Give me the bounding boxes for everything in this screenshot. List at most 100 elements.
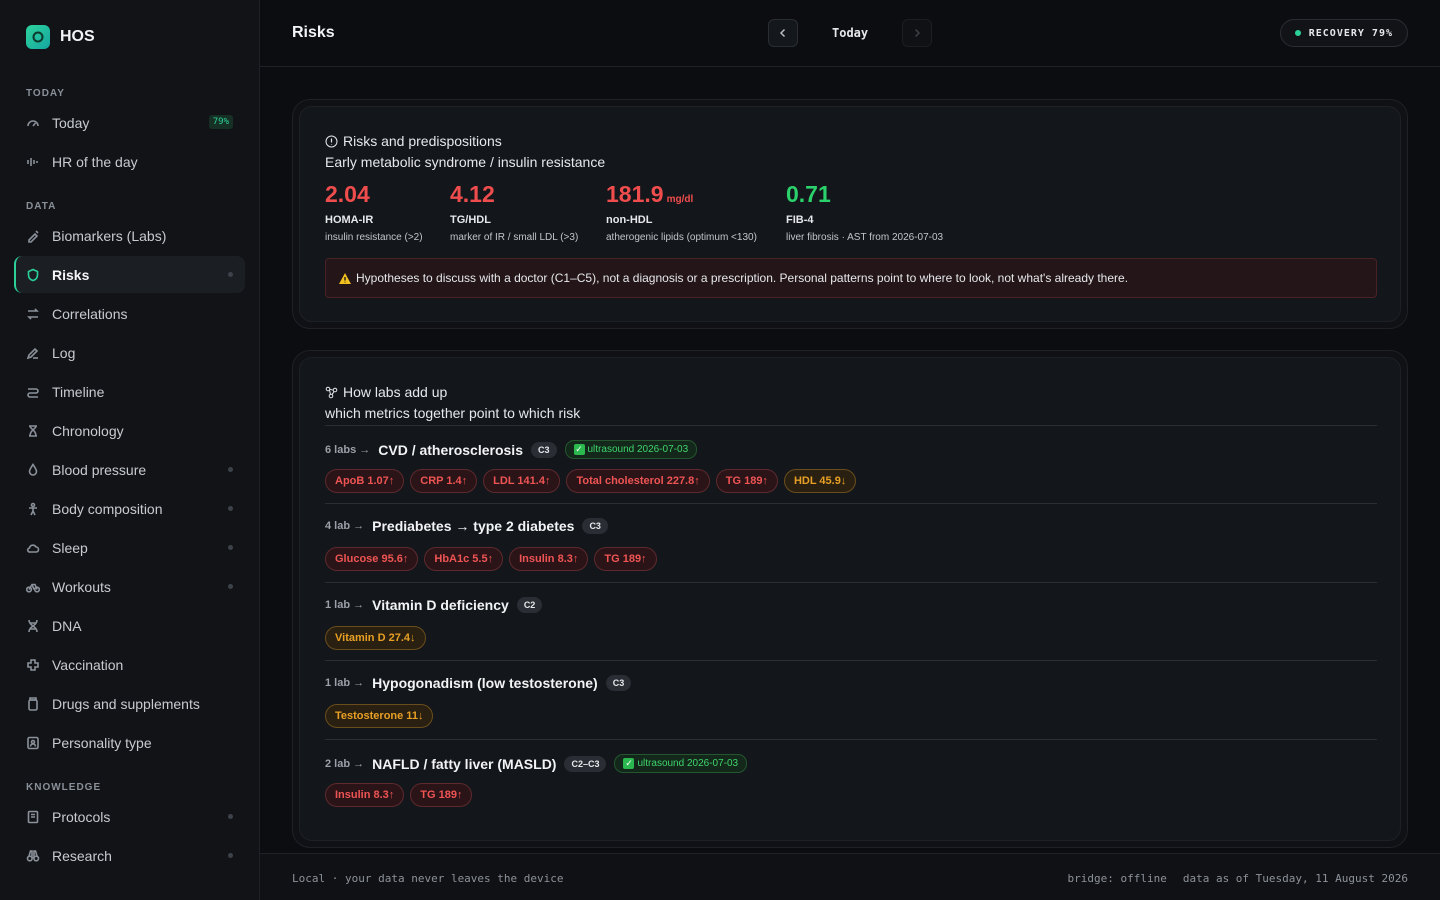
chevron-left-icon: [779, 28, 786, 38]
check-icon: ✓: [573, 444, 585, 455]
lab-chip[interactable]: Testosterone 11↓: [325, 704, 434, 728]
risk-group-nafld[interactable]: 2 lab → NAFLD / fatty liver (MASLD) C2–C…: [325, 739, 1377, 819]
lab-chip[interactable]: Insulin 8.3↑: [325, 783, 405, 807]
sidebar-item-research[interactable]: Research: [14, 837, 245, 874]
sidebar-item-drugs-and-supplements[interactable]: Drugs and supplements: [14, 685, 245, 722]
risk-group-vitamin-d[interactable]: 1 lab → Vitamin D deficiency C2 Vitamin …: [325, 582, 1377, 660]
ultrasound-label: ultrasound 2026-07-03: [587, 444, 689, 455]
privacy-note: Local · your data never leaves the devic…: [292, 872, 564, 885]
lab-chip[interactable]: LDL 141.4↑: [483, 469, 561, 493]
risk-group-cvd[interactable]: 6 labs → CVD / atherosclerosis C3 ✓ ultra…: [325, 425, 1377, 503]
info-icon: [325, 135, 338, 147]
status-dot: [228, 545, 233, 550]
body-icon: [26, 502, 40, 516]
sidebar-item-vaccination[interactable]: Vaccination: [14, 646, 245, 683]
card-title-text: How labs add up: [343, 384, 448, 400]
risk-header: 1 lab → Vitamin D deficiency C2: [325, 597, 543, 613]
metric-value: 181.9: [606, 181, 664, 207]
ultrasound-badge: ✓ ultrasound 2026-07-03: [564, 440, 698, 459]
metric-value: 2.04: [325, 181, 370, 207]
warning-icon: [339, 272, 351, 284]
sidebar-item-timeline[interactable]: Timeline: [14, 373, 245, 410]
card-title: How labs add up: [325, 384, 447, 400]
sidebar-item-today[interactable]: Today 79%: [14, 104, 245, 141]
footer-status: bridge: offline data as of Tuesday, 11 A…: [1067, 872, 1408, 885]
lab-chips: Testosterone 11↓: [325, 704, 434, 728]
confidence-badge: C3: [530, 441, 557, 458]
check-icon: ✓: [623, 758, 635, 769]
next-day-button[interactable]: [902, 19, 932, 47]
sidebar-item-biomarkers[interactable]: Biomarkers (Labs): [14, 217, 245, 254]
sidebar-item-label: Risks: [52, 266, 90, 283]
lab-chip[interactable]: CRP 1.4↑: [410, 469, 478, 493]
sidebar-item-label: Today: [52, 114, 90, 131]
lab-chips: Vitamin D 27.4↓: [325, 626, 426, 650]
sidebar-item-body-composition[interactable]: Body composition: [14, 490, 245, 527]
labs-aggregation-card: How labs add up which metrics together p…: [292, 350, 1408, 848]
chevron-right-icon: [914, 28, 921, 38]
recovery-pill[interactable]: RECOVERY 79%: [1279, 19, 1408, 47]
lab-count: 1 lab →: [325, 599, 365, 611]
molecule-icon: [325, 386, 338, 398]
metric-description: atherogenic lipids (optimum <130): [606, 232, 757, 243]
lab-chip[interactable]: Glucose 95.6↑: [325, 547, 419, 571]
sidebar-item-label: Research: [52, 847, 112, 864]
risk-name: Vitamin D deficiency: [372, 597, 509, 613]
sidebar-item-personality-type[interactable]: Personality type: [14, 724, 245, 761]
footer: Local · your data never leaves the devic…: [260, 853, 1440, 900]
cloud-icon: [26, 541, 40, 555]
sidebar-item-protocols[interactable]: Protocols: [14, 798, 245, 835]
lab-chip[interactable]: TG 189↑: [715, 469, 778, 493]
lab-chip[interactable]: TG 189↑: [594, 547, 657, 571]
sidebar-item-hr-of-the-day[interactable]: HR of the day: [14, 143, 245, 180]
metric-name: TG/HDL: [450, 214, 491, 226]
lab-chip[interactable]: Vitamin D 27.4↓: [325, 626, 426, 650]
metric-description: marker of IR / small LDL (>3): [450, 232, 579, 243]
sidebar: HOS TODAY Today 79% HR of the day DATA B…: [0, 0, 260, 900]
risk-group-hypogonadism[interactable]: 1 lab → Hypogonadism (low testosterone) …: [325, 660, 1377, 739]
card-subtitle: which metrics together point to which ri…: [325, 405, 581, 421]
sidebar-item-workouts[interactable]: Workouts: [14, 568, 245, 605]
confidence-badge: C3: [605, 675, 632, 691]
sidebar-item-chronology[interactable]: Chronology: [14, 412, 245, 449]
hourglass-icon: [26, 424, 40, 438]
lab-chip[interactable]: Total cholesterol 227.8↑: [566, 469, 710, 493]
sidebar-item-label: Blood pressure: [52, 461, 147, 478]
metric-value: 0.71: [786, 181, 831, 207]
sidebar-item-label: Log: [52, 344, 76, 361]
risk-header: 2 lab → NAFLD / fatty liver (MASLD) C2–C…: [325, 754, 748, 773]
lab-chip[interactable]: HDL 45.9↓: [783, 469, 857, 493]
date-label: Today: [832, 26, 869, 40]
sidebar-item-log[interactable]: Log: [14, 334, 245, 371]
metric-name: non-HDL: [606, 214, 653, 226]
brand[interactable]: HOS: [26, 25, 95, 49]
lab-count: 4 lab →: [325, 520, 365, 532]
section-label-knowledge: KNOWLEDGE: [26, 782, 102, 793]
previous-day-button[interactable]: [768, 19, 798, 47]
shield-icon: [26, 268, 40, 282]
risk-name: Hypogonadism (low testosterone): [372, 675, 598, 691]
risk-group-prediabetes[interactable]: 4 lab → Prediabetes → type 2 diabetes C3…: [325, 503, 1377, 582]
card-title: Risks and predispositions: [325, 133, 502, 149]
app-name: HOS: [60, 28, 95, 45]
status-dot: [228, 853, 233, 858]
lab-chips: ApoB 1.07↑ CRP 1.4↑ LDL 141.4↑ Total cho…: [325, 469, 857, 493]
sidebar-item-risks[interactable]: Risks: [14, 256, 245, 293]
sidebar-item-sleep[interactable]: Sleep: [14, 529, 245, 566]
disclaimer-text: Hypotheses to discuss with a doctor (C1–…: [356, 271, 1129, 285]
lab-chip[interactable]: TG 189↑: [410, 783, 473, 807]
sidebar-item-correlations[interactable]: Correlations: [14, 295, 245, 332]
lab-chip[interactable]: HbA1c 5.5↑: [424, 547, 504, 571]
lab-chips: Glucose 95.6↑ HbA1c 5.5↑ Insulin 8.3↑ TG…: [325, 547, 657, 571]
risk-name: Prediabetes → type 2 diabetes: [372, 518, 575, 534]
disclaimer-banner: Hypotheses to discuss with a doctor (C1–…: [325, 258, 1377, 298]
metric-unit: mg/dl: [666, 194, 694, 205]
lab-chip[interactable]: Insulin 8.3↑: [509, 547, 589, 571]
sidebar-item-dna[interactable]: DNA: [14, 607, 245, 644]
lab-chip[interactable]: ApoB 1.07↑: [325, 469, 405, 493]
status-dot: [228, 584, 233, 589]
dna-icon: [26, 619, 40, 633]
card-title-text: Risks and predispositions: [343, 133, 502, 149]
sidebar-item-blood-pressure[interactable]: Blood pressure: [14, 451, 245, 488]
sidebar-item-label: Biomarkers (Labs): [52, 227, 167, 244]
